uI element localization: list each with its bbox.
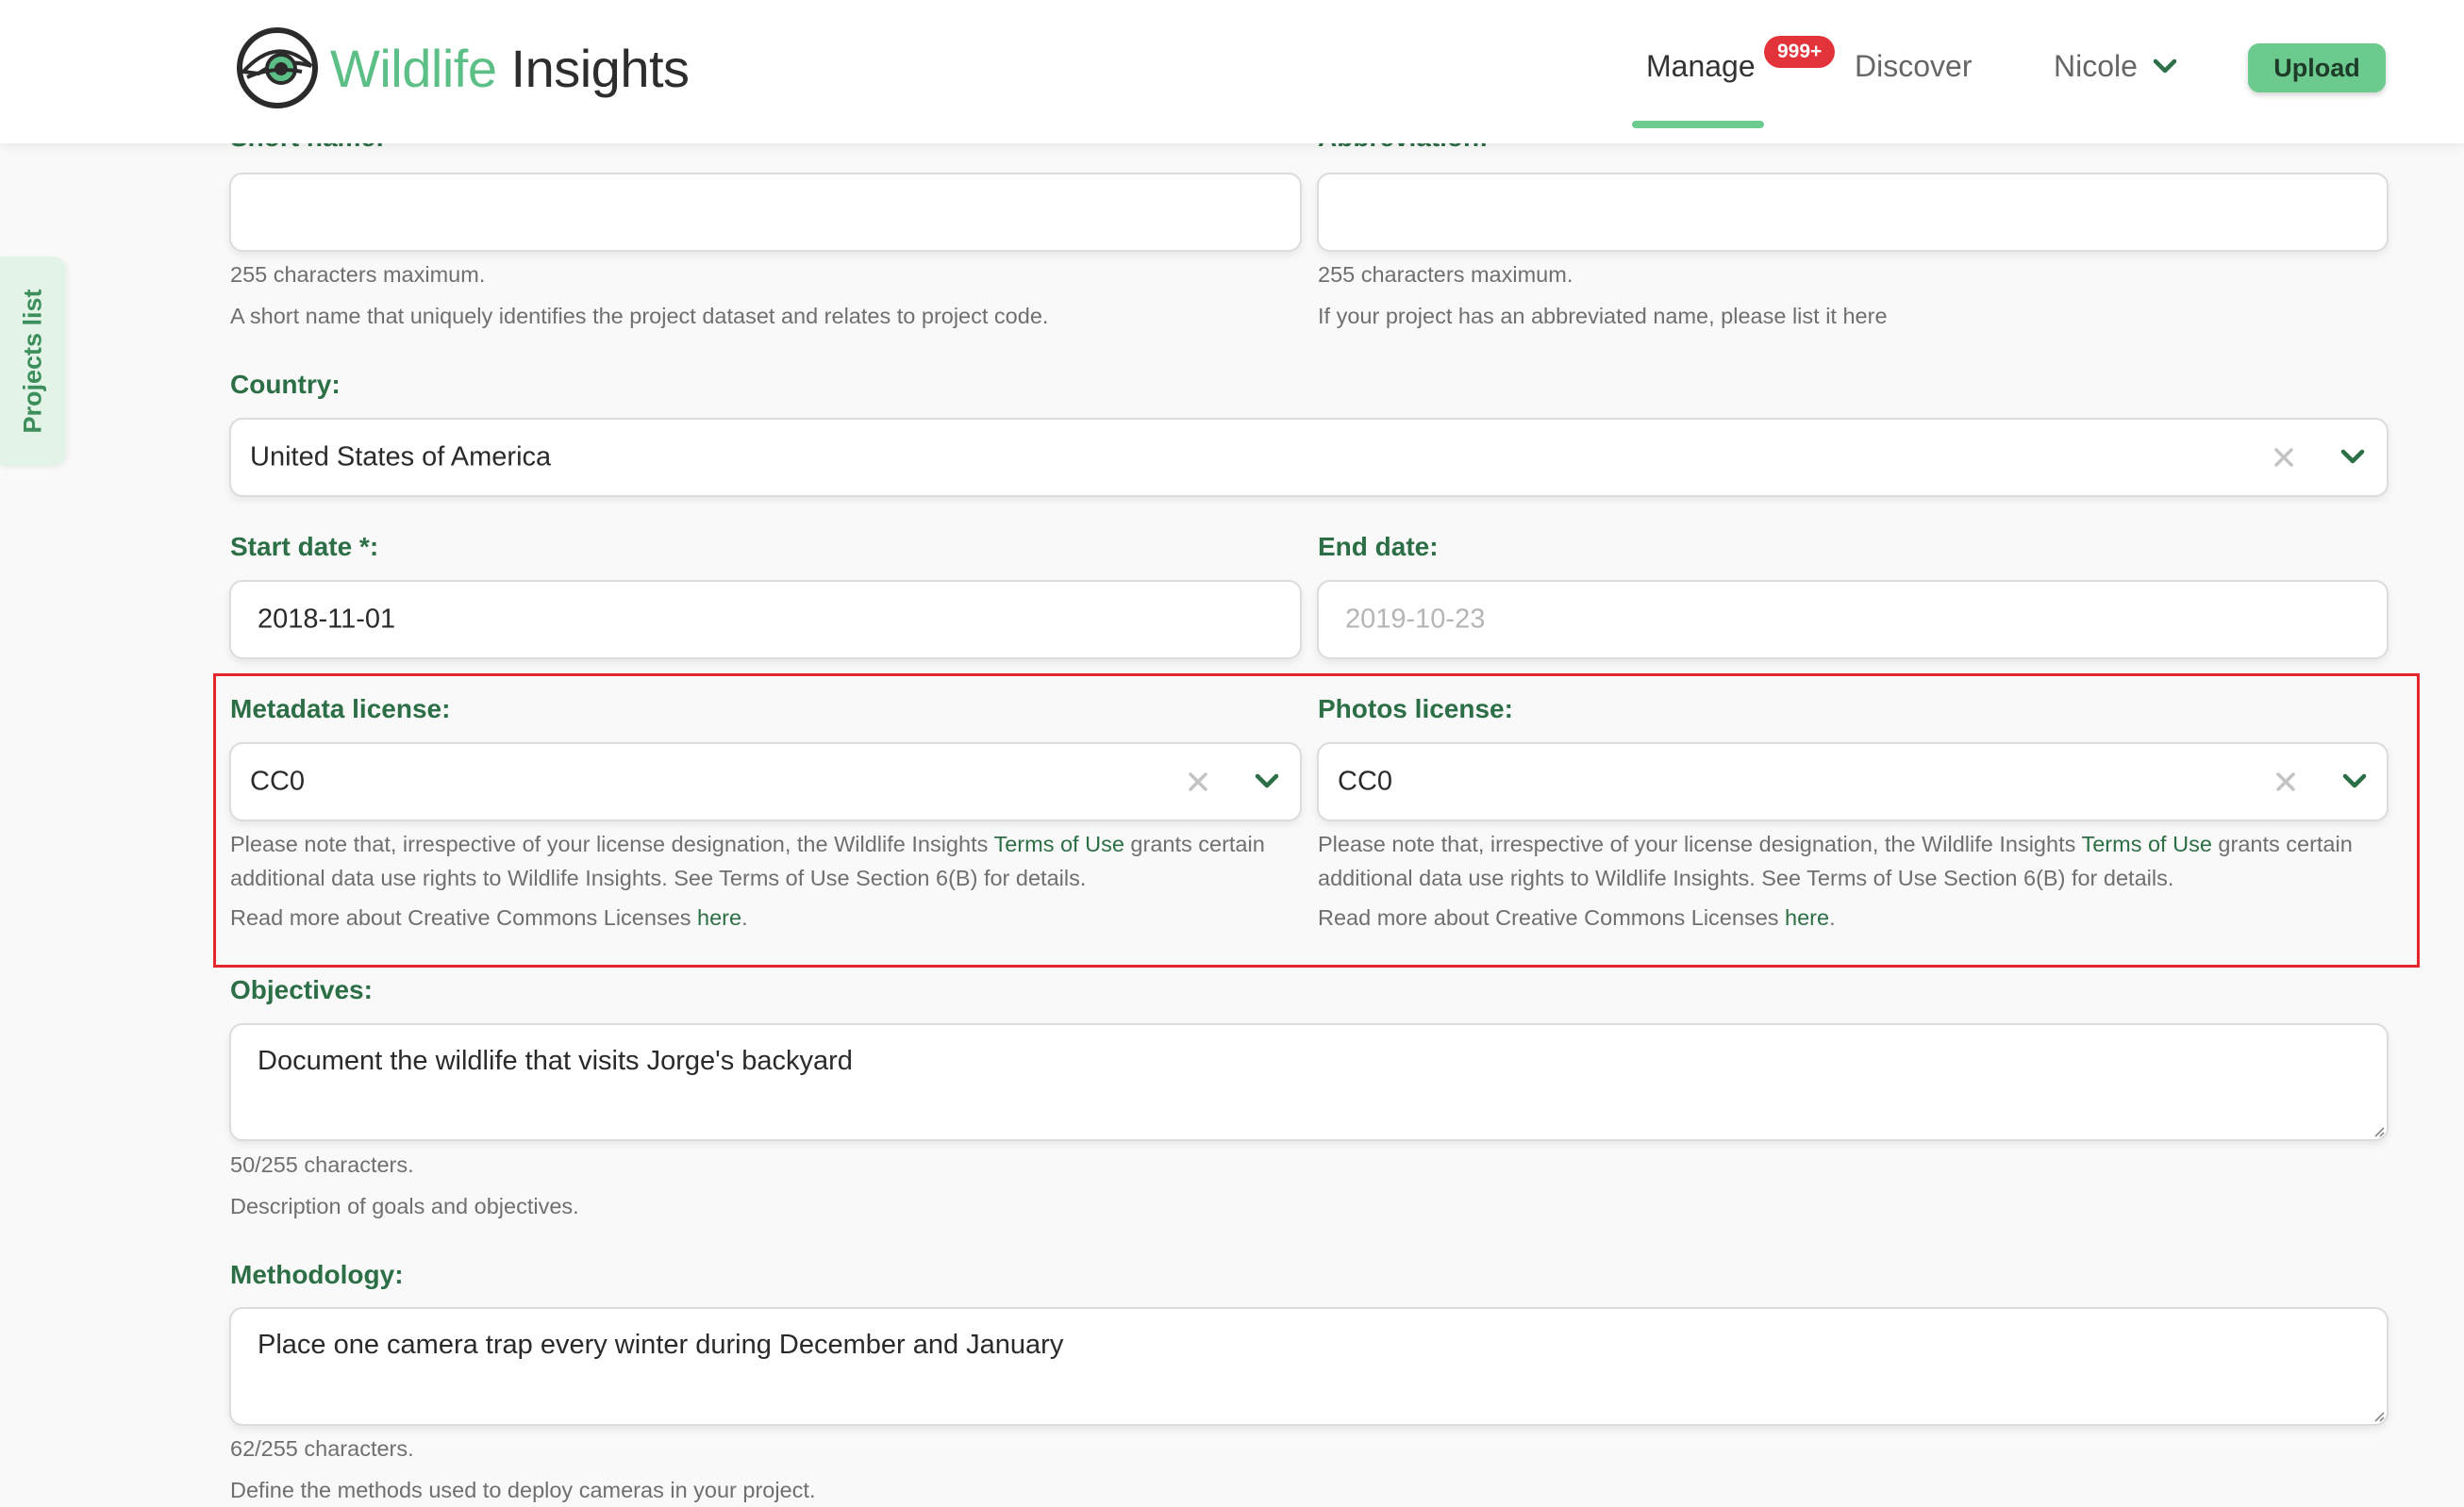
notification-badge: 999+ — [1764, 36, 1836, 68]
methodology-char-count: 62/255 characters. — [230, 1436, 414, 1461]
user-menu[interactable]: Nicole — [2054, 49, 2177, 84]
photos-note-prefix: Please note that, irrespective of your l… — [1318, 832, 2082, 856]
metadata-read-more-text: Read more about Creative Commons License… — [230, 905, 698, 930]
logo-text-insights: Insights — [496, 38, 691, 98]
photos-read-more: Read more about Creative Commons License… — [1318, 901, 1836, 935]
chevron-down-icon[interactable] — [1255, 773, 1279, 790]
photos-note-suffix: grants certain — [2211, 832, 2353, 856]
objectives-value: Document the wildlife that visits Jorge'… — [258, 1046, 853, 1076]
photos-read-more-period: . — [1829, 905, 1836, 930]
clear-x-icon[interactable] — [1187, 770, 1209, 793]
short-name-max-hint: 255 characters maximum. — [230, 262, 486, 287]
chevron-down-icon[interactable] — [2340, 449, 2365, 466]
country-value: United States of America — [250, 441, 552, 472]
short-name-input[interactable] — [229, 173, 1302, 252]
chevron-down-icon — [2153, 58, 2177, 73]
photos-license-note-line1: Please note that, irrespective of your l… — [1318, 827, 2353, 861]
photos-terms-of-use-link[interactable]: Terms of Use — [2081, 832, 2211, 856]
nav-active-indicator — [1632, 121, 1764, 128]
logo-text: Wildlife Insights — [330, 38, 690, 99]
photos-license-select[interactable]: CC0 — [1317, 742, 2389, 821]
country-label: Country: — [230, 370, 341, 399]
photos-license-label: Photos license: — [1318, 694, 1513, 723]
methodology-value: Place one camera trap every winter durin… — [258, 1330, 1064, 1360]
objectives-char-count: 50/255 characters. — [230, 1152, 414, 1177]
photos-license-note-line2: additional data use rights to Wildlife I… — [1318, 866, 2174, 890]
clear-x-icon[interactable] — [2274, 770, 2297, 793]
short-name-description: A short name that uniquely identifies th… — [230, 304, 1049, 328]
metadata-here-link[interactable]: here — [697, 905, 741, 930]
start-date-input[interactable]: 2018-11-01 — [229, 580, 1302, 659]
projects-list-tab[interactable]: Projects list — [0, 257, 66, 466]
objectives-textarea[interactable]: Document the wildlife that visits Jorge'… — [229, 1023, 2389, 1141]
metadata-note-prefix: Please note that, irrespective of your l… — [230, 832, 994, 856]
top-header: Wildlife Insights Manage 999+ Discover N… — [0, 0, 2464, 143]
metadata-note-suffix: grants certain — [1124, 832, 1265, 856]
upload-button[interactable]: Upload — [2248, 43, 2386, 92]
photos-here-link[interactable]: here — [1785, 905, 1829, 930]
metadata-license-value: CC0 — [250, 766, 306, 797]
methodology-label: Methodology: — [230, 1260, 404, 1289]
resize-handle-icon[interactable] — [2372, 1409, 2385, 1422]
metadata-read-more-period: . — [741, 905, 748, 930]
nav-discover[interactable]: Discover — [1855, 49, 1972, 84]
chevron-down-icon[interactable] — [2342, 773, 2367, 790]
abbreviation-description: If your project has an abbreviated name,… — [1318, 304, 1888, 328]
objectives-label: Objectives: — [230, 975, 373, 1004]
end-date-placeholder: 2019-10-23 — [1345, 604, 1486, 635]
logo-eye-icon — [237, 27, 318, 108]
metadata-license-select[interactable]: CC0 — [229, 742, 1302, 821]
metadata-terms-of-use-link[interactable]: Terms of Use — [993, 832, 1124, 856]
photos-read-more-text: Read more about Creative Commons License… — [1318, 905, 1786, 930]
metadata-read-more: Read more about Creative Commons License… — [230, 901, 748, 935]
end-date-input[interactable]: 2019-10-23 — [1317, 580, 2389, 659]
resize-handle-icon[interactable] — [2372, 1124, 2385, 1137]
end-date-label: End date: — [1318, 532, 1439, 561]
methodology-description: Define the methods used to deploy camera… — [230, 1478, 816, 1502]
projects-list-label: Projects list — [18, 289, 47, 434]
abbreviation-input[interactable] — [1317, 173, 2389, 252]
metadata-license-note-line1: Please note that, irrespective of your l… — [230, 827, 1265, 861]
photos-license-value: CC0 — [1338, 766, 1393, 797]
clear-x-icon[interactable] — [2273, 446, 2295, 469]
start-date-label: Start date *: — [230, 532, 379, 561]
metadata-license-note-line2: additional data use rights to Wildlife I… — [230, 866, 1087, 890]
metadata-license-label: Metadata license: — [230, 694, 451, 723]
user-name: Nicole — [2054, 49, 2138, 83]
objectives-description: Description of goals and objectives. — [230, 1194, 579, 1218]
country-select[interactable]: United States of America — [229, 418, 2389, 497]
logo-text-wildlife: Wildlife — [330, 38, 497, 98]
abbreviation-max-hint: 255 characters maximum. — [1318, 262, 1573, 287]
nav-manage[interactable]: Manage — [1646, 49, 1756, 84]
wildlife-insights-logo[interactable]: Wildlife Insights — [234, 25, 690, 111]
start-date-value: 2018-11-01 — [258, 604, 396, 635]
methodology-textarea[interactable]: Place one camera trap every winter durin… — [229, 1307, 2389, 1426]
